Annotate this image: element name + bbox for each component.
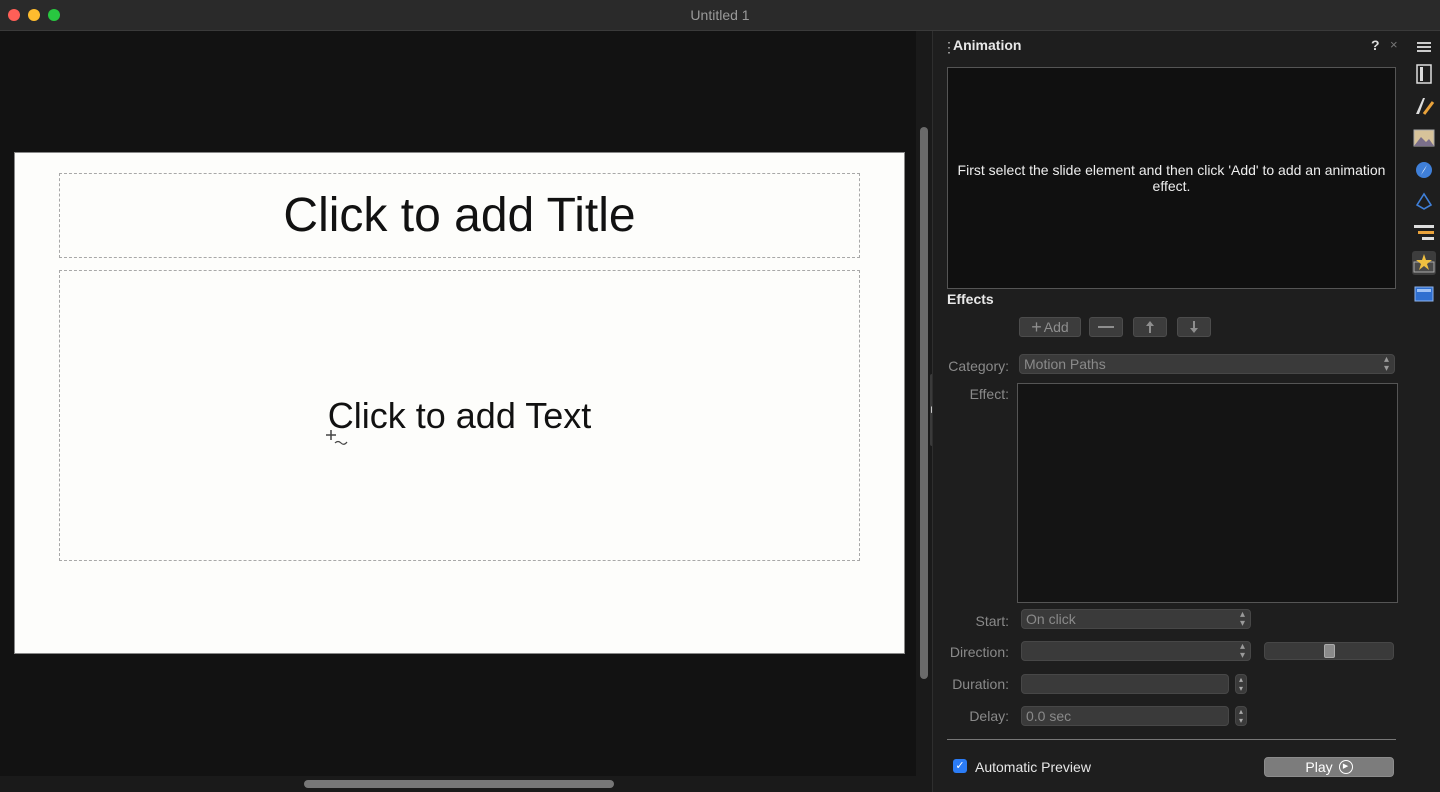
close-panel-button[interactable]: × [1390,37,1398,52]
preview-message: First select the slide element and then … [957,162,1386,194]
navigator-icon [1416,162,1432,178]
menu-icon [1417,42,1431,52]
play-button[interactable]: Play ▶ [1264,757,1394,777]
add-effect-button[interactable]: + Add [1019,317,1081,337]
slide[interactable]: Click to add Title Click to add Text [14,152,905,654]
divider [947,739,1396,740]
help-button[interactable]: ? [1371,37,1380,53]
move-up-button[interactable] [1133,317,1167,337]
delay-input[interactable]: 0.0 sec [1021,706,1229,726]
category-select[interactable]: Motion Paths ▴ ▾ [1019,354,1395,374]
duration-spinner[interactable]: ▴ ▾ [1235,674,1247,694]
effect-list[interactable] [1017,383,1398,603]
sidebar-styles-button[interactable] [1412,94,1436,118]
add-effect-label: Add [1043,319,1069,335]
automatic-preview-checkbox[interactable]: ✓ [953,759,967,773]
effects-heading: Effects [947,291,994,307]
animation-panel: ⋮ Animation ? × First select the slide e… [932,31,1409,792]
chevron-updown-icon: ▴ ▾ [1239,609,1245,629]
sidebar-menu-button[interactable] [1412,35,1436,59]
horizontal-scroll-thumb[interactable] [304,780,614,788]
title-bar: Untitled 1 [0,0,1440,31]
chevron-updown-icon: ▴ ▾ [1239,641,1245,661]
delay-value: 0.0 sec [1026,708,1072,724]
shapes-icon [1415,192,1433,210]
sidebar-master-slides-button[interactable] [1412,282,1436,306]
text-placeholder[interactable]: Click to add Text [59,270,860,561]
start-select[interactable]: On click ▴ ▾ [1021,609,1251,629]
category-label: Category: [948,358,1009,374]
start-value: On click [1026,611,1076,627]
sidebar-slide-transition-button[interactable] [1412,220,1436,244]
sidebar-deck [1408,31,1440,792]
chevron-updown-icon: ▴ ▾ [1383,354,1389,374]
sidebar-properties-button[interactable] [1412,62,1436,86]
effect-label: Effect: [969,386,1009,402]
direction-select[interactable]: ▴ ▾ [1021,641,1251,661]
duration-label: Duration: [952,676,1009,692]
properties-icon [1416,64,1432,84]
automatic-preview-label[interactable]: Automatic Preview [975,759,1091,775]
delay-label: Delay: [969,708,1009,724]
sidebar-navigator-button[interactable] [1412,158,1436,182]
panel-title: Animation [953,37,1022,53]
master-slides-icon [1414,286,1434,302]
direction-slider[interactable] [1264,642,1394,660]
minus-icon [1098,326,1114,328]
title-placeholder-text: Click to add Title [283,189,636,242]
delay-spinner[interactable]: ▴ ▾ [1235,706,1247,726]
category-value: Motion Paths [1024,356,1106,372]
text-placeholder-text: Click to add Text [327,394,592,436]
text-cursor-icon [326,430,348,445]
gallery-icon [1413,129,1435,147]
vertical-scroll-thumb[interactable] [920,127,928,679]
slide-canvas[interactable]: Click to add Title Click to add Text [0,31,916,792]
start-label: Start: [975,613,1009,629]
styles-icon [1416,98,1435,115]
plus-icon: + [1031,316,1042,337]
window-title: Untitled 1 [690,7,750,23]
remove-effect-button[interactable] [1089,317,1123,337]
duration-input[interactable] [1021,674,1229,694]
direction-label: Direction: [949,644,1009,660]
sidebar-gallery-button[interactable] [1412,126,1436,150]
animation-preview: First select the slide element and then … [947,67,1396,289]
play-label: Play [1305,759,1333,775]
horizontal-scrollbar[interactable] [0,776,916,792]
slide-transition-icon [1414,225,1434,240]
sidebar-shapes-button[interactable] [1412,189,1436,213]
animation-icon [1413,254,1435,273]
title-placeholder[interactable]: Click to add Title [59,173,860,258]
slider-knob[interactable] [1324,644,1335,658]
move-down-button[interactable] [1177,317,1211,337]
play-icon: ▶ [1338,760,1353,774]
arrow-down-icon [1190,321,1198,333]
arrow-up-icon [1146,321,1154,333]
sidebar-animation-button[interactable] [1412,251,1436,275]
